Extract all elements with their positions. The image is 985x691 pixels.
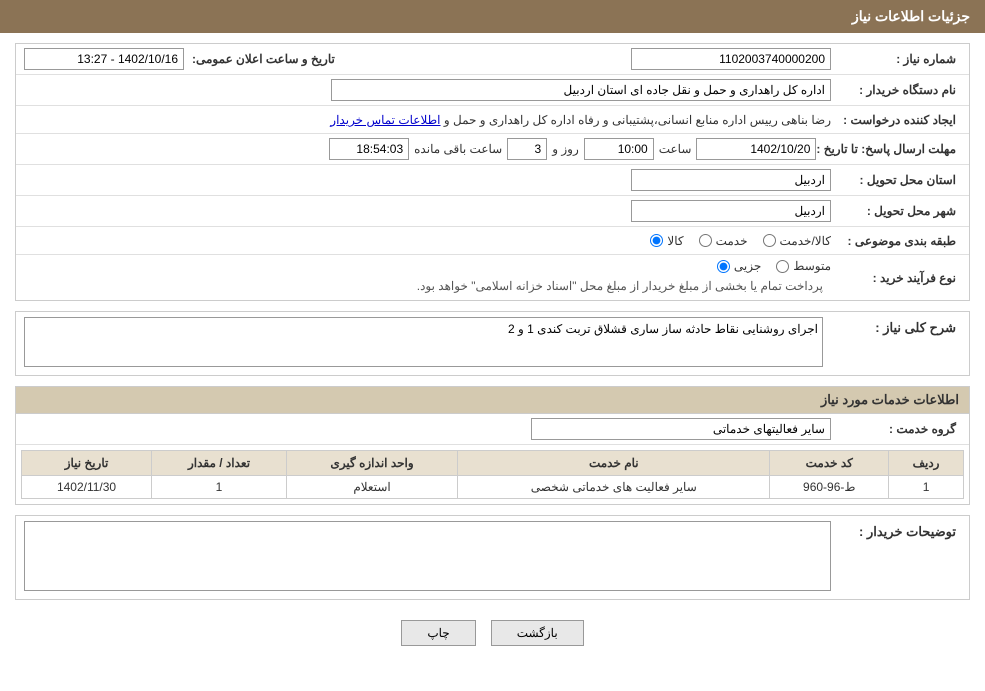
cell-name: سایر فعالیت های خدماتی شخصی bbox=[458, 476, 770, 499]
grohe-khedmat-input[interactable] bbox=[531, 418, 831, 440]
radio-khedmat-label: خدمت bbox=[716, 234, 748, 248]
back-button[interactable]: بازگشت bbox=[491, 620, 584, 646]
ijad-konande-row: ایجاد کننده درخواست : رضا بناهی رییس ادا… bbox=[16, 106, 969, 134]
shahr-label: شهر محل تحویل : bbox=[831, 204, 961, 218]
radio-jozii[interactable] bbox=[717, 260, 730, 273]
tarikh-sabt-label: تاریخ و ساعت اعلان عمومی: bbox=[192, 52, 340, 66]
ijad-konande-value: رضا بناهی رییس اداره منابع انسانی،پشتیبا… bbox=[24, 113, 831, 127]
nam-dastgah-row: نام دستگاه خریدار : bbox=[16, 75, 969, 106]
service-table-container: ردیف کد خدمت نام خدمت واحد اندازه گیری ت… bbox=[16, 445, 969, 504]
radio-khedmat[interactable] bbox=[699, 234, 712, 247]
mohlat-row: مهلت ارسال پاسخ: تا تاریخ : ساعت روز و س… bbox=[16, 134, 969, 165]
baghimande-input[interactable] bbox=[329, 138, 409, 160]
page-title: جزئیات اطلاعات نیاز bbox=[0, 0, 985, 33]
radio-kala-khedmat-label: کالا/خدمت bbox=[780, 234, 831, 248]
radio-motavasset[interactable] bbox=[776, 260, 789, 273]
rooz-label: روز و bbox=[552, 142, 579, 156]
radio-kala-label: کالا bbox=[667, 234, 683, 248]
cell-tedad: 1 bbox=[152, 476, 287, 499]
ijad-konande-link[interactable]: اطلاعات تماس خریدار bbox=[330, 113, 440, 127]
ostan-label: استان محل تحویل : bbox=[831, 173, 961, 187]
ostan-input[interactable] bbox=[631, 169, 831, 191]
col-tedad: تعداد / مقدار bbox=[152, 451, 287, 476]
ijad-konande-text: رضا بناهی رییس اداره منابع انسانی،پشتیبا… bbox=[444, 113, 831, 127]
khedmat-section-title: اطلاعات خدمات مورد نیاز bbox=[16, 387, 969, 414]
tabaghe-value: کالا/خدمت خدمت کالا bbox=[24, 234, 831, 248]
tozihat-value bbox=[24, 521, 831, 594]
baghimande-label: ساعت باقی مانده bbox=[414, 142, 502, 156]
table-row: 1 ط-96-960 سایر فعالیت های خدماتی شخصی ا… bbox=[22, 476, 964, 499]
radio-motavasset-label: متوسط bbox=[793, 259, 831, 273]
mohlat-tarikh-input[interactable] bbox=[696, 138, 816, 160]
radio-motavasset-item: متوسط bbox=[776, 259, 831, 273]
mohlat-value: ساعت روز و ساعت باقی مانده bbox=[24, 138, 816, 160]
radio-kala-khedmat[interactable] bbox=[763, 234, 776, 247]
grohe-khedmat-row: گروه خدمت : bbox=[16, 414, 969, 445]
khedmat-section: اطلاعات خدمات مورد نیاز گروه خدمت : ردیف… bbox=[15, 386, 970, 505]
nam-dastgah-value bbox=[24, 79, 831, 101]
tabaghe-row: طبقه بندی موضوعی : کالا/خدمت خدمت کالا bbox=[16, 227, 969, 255]
ijad-konande-label: ایجاد کننده درخواست : bbox=[831, 113, 961, 127]
shahr-input[interactable] bbox=[631, 200, 831, 222]
shahr-row: شهر محل تحویل : bbox=[16, 196, 969, 227]
noe-farayand-row: نوع فرآیند خرید : متوسط جزیی bbox=[16, 255, 969, 300]
col-vahed: واحد اندازه گیری bbox=[286, 451, 457, 476]
button-row: بازگشت چاپ bbox=[15, 610, 970, 656]
process-note: پرداخت تمام یا بخشی از مبلغ خریدار از مب… bbox=[24, 276, 831, 296]
saat-label: ساعت bbox=[659, 142, 692, 156]
saat-input[interactable] bbox=[584, 138, 654, 160]
sharh-label: شرح کلی نیاز : bbox=[831, 317, 961, 336]
ostan-value bbox=[24, 169, 831, 191]
ostan-row: استان محل تحویل : bbox=[16, 165, 969, 196]
nam-dastgah-input[interactable] bbox=[331, 79, 831, 101]
cell-vahed: استعلام bbox=[286, 476, 457, 499]
radio-kala[interactable] bbox=[650, 234, 663, 247]
shomare-niaz-value bbox=[370, 48, 831, 70]
nam-dastgah-label: نام دستگاه خریدار : bbox=[831, 83, 961, 97]
radio-kala-item: کالا bbox=[650, 234, 683, 248]
shomare-niaz-label: شماره نیاز : bbox=[831, 52, 961, 66]
radio-jozii-label: جزیی bbox=[734, 259, 761, 273]
cell-kod: ط-96-960 bbox=[770, 476, 889, 499]
shomare-niaz-input[interactable] bbox=[631, 48, 831, 70]
tabaghe-label: طبقه بندی موضوعی : bbox=[831, 234, 961, 248]
print-button[interactable]: چاپ bbox=[401, 620, 475, 646]
tozihat-textarea[interactable] bbox=[24, 521, 831, 591]
cell-radif: 1 bbox=[889, 476, 964, 499]
main-info-section: شماره نیاز : تاریخ و ساعت اعلان عمومی: ن… bbox=[15, 43, 970, 301]
radio-khedmat-item: خدمت bbox=[699, 234, 748, 248]
sharh-textarea[interactable]: اجرای روشنایی نقاط حادثه ساز ساری قشلاق … bbox=[24, 317, 823, 367]
radio-jozii-item: جزیی bbox=[717, 259, 761, 273]
shomare-niaz-row: شماره نیاز : تاریخ و ساعت اعلان عمومی: bbox=[16, 44, 969, 75]
sharh-section: شرح کلی نیاز : اجرای روشنایی نقاط حادثه … bbox=[15, 311, 970, 376]
noe-farayand-label: نوع فرآیند خرید : bbox=[831, 271, 961, 285]
service-table: ردیف کد خدمت نام خدمت واحد اندازه گیری ت… bbox=[21, 450, 964, 499]
col-name: نام خدمت bbox=[458, 451, 770, 476]
radio-kala-khedmat-item: کالا/خدمت bbox=[763, 234, 831, 248]
col-kod: کد خدمت bbox=[770, 451, 889, 476]
col-radif: ردیف bbox=[889, 451, 964, 476]
sharh-value: اجرای روشنایی نقاط حادثه ساز ساری قشلاق … bbox=[24, 317, 823, 370]
cell-tarikh: 1402/11/30 bbox=[22, 476, 152, 499]
mohlat-label: مهلت ارسال پاسخ: تا تاریخ : bbox=[816, 142, 961, 156]
shahr-value bbox=[24, 200, 831, 222]
noe-farayand-value: متوسط جزیی پرداخت تمام یا بخشی از مبلغ خ… bbox=[24, 259, 831, 296]
tarikh-sabt-input[interactable] bbox=[24, 48, 184, 70]
grohe-khedmat-label: گروه خدمت : bbox=[831, 422, 961, 436]
tozihat-section: توضیحات خریدار : bbox=[15, 515, 970, 600]
col-tarikh: تاریخ نیاز bbox=[22, 451, 152, 476]
rooz-input[interactable] bbox=[507, 138, 547, 160]
grohe-khedmat-value bbox=[24, 418, 831, 440]
tozihat-label: توضیحات خریدار : bbox=[831, 521, 961, 540]
